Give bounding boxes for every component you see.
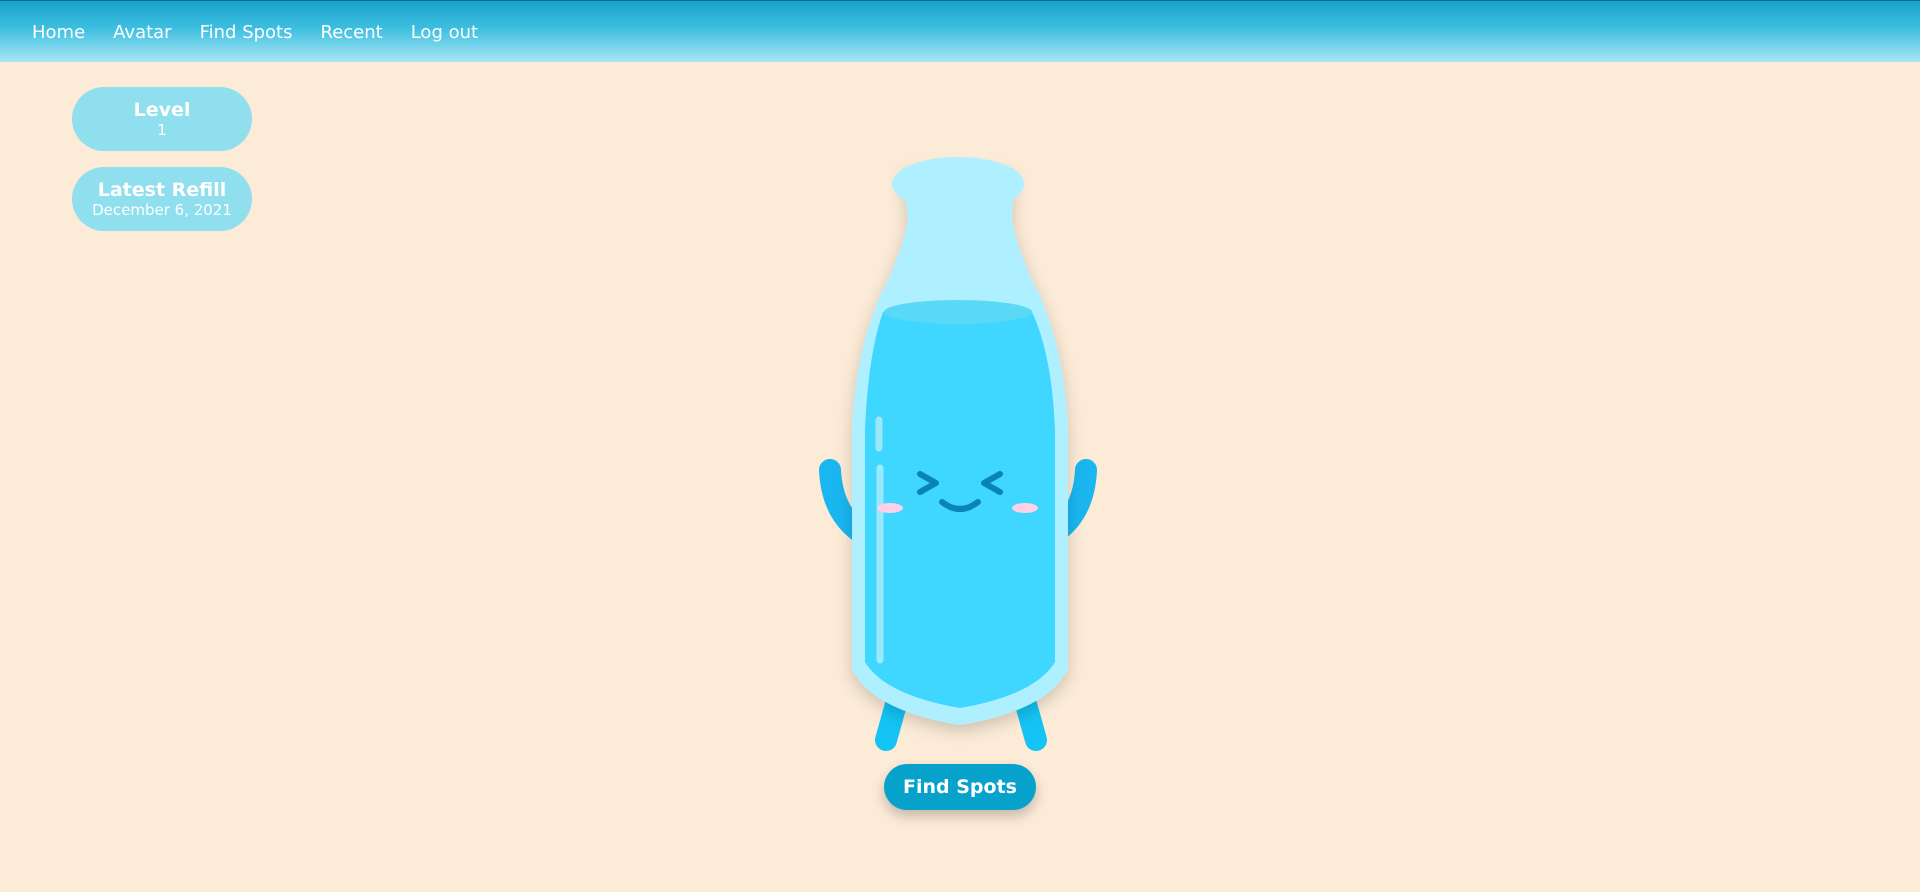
right-blush bbox=[1012, 503, 1038, 513]
water-surface bbox=[884, 300, 1032, 324]
nav-recent-link[interactable]: Recent bbox=[321, 22, 383, 43]
nav-home-link[interactable]: Home bbox=[32, 22, 85, 43]
level-title: Level bbox=[133, 99, 191, 121]
nav-avatar-link[interactable]: Avatar bbox=[113, 22, 171, 43]
water-bottle-mascot-icon bbox=[819, 157, 1097, 751]
nav-log-out-link[interactable]: Log out bbox=[411, 22, 478, 43]
nav-links: Home Avatar Find Spots Recent Log out bbox=[32, 1, 506, 63]
level-value: 1 bbox=[157, 121, 167, 139]
level-badge: Level 1 bbox=[72, 87, 252, 151]
left-blush bbox=[877, 503, 903, 513]
nav-find-spots-link[interactable]: Find Spots bbox=[200, 22, 293, 43]
top-nav-bar: Home Avatar Find Spots Recent Log out bbox=[0, 0, 1920, 62]
find-spots-button[interactable]: Find Spots bbox=[884, 764, 1036, 810]
latest-refill-date: December 6, 2021 bbox=[92, 201, 232, 219]
latest-refill-title: Latest Refill bbox=[97, 179, 227, 201]
latest-refill-badge: Latest Refill December 6, 2021 bbox=[72, 167, 252, 231]
bottle-cap bbox=[892, 157, 1024, 211]
